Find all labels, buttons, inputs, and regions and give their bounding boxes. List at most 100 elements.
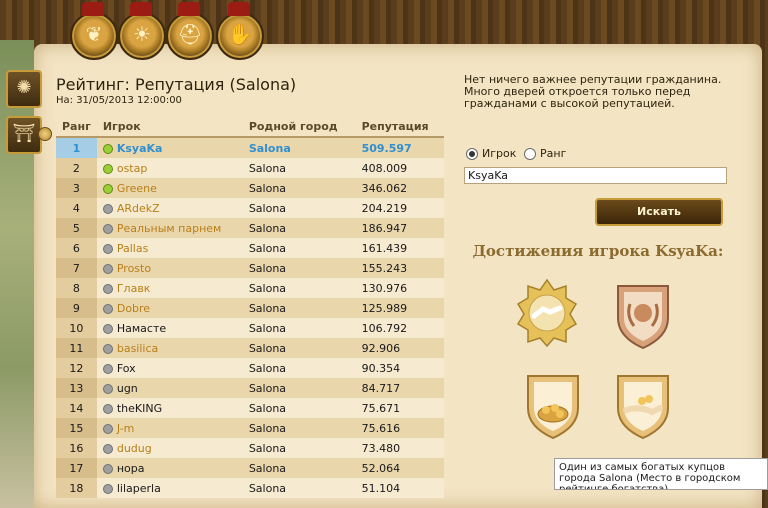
rank-cell: 9 xyxy=(56,298,97,318)
table-row[interactable]: 17 нора Salona 52.064 xyxy=(56,458,444,478)
rank-cell: 17 xyxy=(56,458,97,478)
table-row[interactable]: 18 lilaperla Salona 51.104 xyxy=(56,478,444,498)
player-name-link[interactable]: нора xyxy=(117,462,145,475)
player-name-link[interactable]: Намасте xyxy=(117,322,166,335)
rank-cell: 3 xyxy=(56,178,97,198)
player-name-link[interactable]: Greene xyxy=(117,182,157,195)
offline-status-icon xyxy=(102,323,113,334)
reputation-cell: 52.064 xyxy=(355,458,444,478)
tab-reputation[interactable]: ❦ xyxy=(70,2,118,60)
player-cell: Greene xyxy=(96,178,243,198)
player-name-link[interactable]: ugn xyxy=(117,382,138,395)
table-row[interactable]: 7 Prosto Salona 155.243 xyxy=(56,258,444,278)
city-cell: Salona xyxy=(242,278,356,298)
search-input[interactable]: KsyaKa xyxy=(464,167,727,184)
indicator-dot xyxy=(38,127,52,141)
reputation-cell: 106.792 xyxy=(355,318,444,338)
column-rank[interactable]: Ранг xyxy=(56,116,97,138)
player-name-link[interactable]: dudug xyxy=(117,442,152,455)
compass-icon: ✺ xyxy=(16,77,32,98)
table-row[interactable]: 15 J-m Salona 75.616 xyxy=(56,418,444,438)
table-row[interactable]: 16 dudug Salona 73.480 xyxy=(56,438,444,458)
table-row[interactable]: 3 Greene Salona 346.062 xyxy=(56,178,444,198)
reputation-cell: 75.671 xyxy=(355,398,444,418)
radio-rank-label: Ранг xyxy=(540,147,567,160)
radio-player-label: Игрок xyxy=(482,147,517,160)
player-name-link[interactable]: KsyaKa xyxy=(117,142,163,155)
city-cell: Salona xyxy=(242,398,356,418)
table-row[interactable]: 2 ostap Salona 408.009 xyxy=(56,158,444,178)
player-name-link[interactable]: J-m xyxy=(117,422,135,435)
table-row[interactable]: 10 Намасте Salona 106.792 xyxy=(56,318,444,338)
coins-shield-badge-icon[interactable] xyxy=(522,370,584,440)
player-name-link[interactable]: theKING xyxy=(117,402,162,415)
tab-trade[interactable]: ✋ xyxy=(216,2,264,60)
player-name-link[interactable]: Главк xyxy=(117,282,151,295)
compass-button[interactable]: ✺ xyxy=(6,70,42,108)
table-row[interactable]: 13 ugn Salona 84.717 xyxy=(56,378,444,398)
rank-cell: 2 xyxy=(56,158,97,178)
table-row[interactable]: 5 Реальным парнем Salona 186.947 xyxy=(56,218,444,238)
reputation-cell: 186.947 xyxy=(355,218,444,238)
reputation-cell: 92.906 xyxy=(355,338,444,358)
player-cell: Pallas xyxy=(96,238,243,258)
city-cell: Salona xyxy=(242,298,356,318)
laurel-icon: ❦ xyxy=(85,22,103,46)
player-name-link[interactable]: ARdekZ xyxy=(117,202,160,215)
player-cell: Намасте xyxy=(96,318,243,338)
tab-military[interactable]: ⛑ xyxy=(166,2,214,60)
column-player[interactable]: Игрок xyxy=(96,116,243,138)
player-name-link[interactable]: lilaperla xyxy=(117,482,161,495)
offline-status-icon xyxy=(102,363,113,374)
hand-coins-badge-icon[interactable] xyxy=(612,370,674,440)
city-cell: Salona xyxy=(242,438,356,458)
player-name-link[interactable]: Fox xyxy=(117,362,136,375)
column-city[interactable]: Родной город xyxy=(242,116,356,138)
player-cell: dudug xyxy=(96,438,243,458)
sun-icon: ☀ xyxy=(133,22,151,46)
player-name-link[interactable]: Реальным парнем xyxy=(117,222,222,235)
player-cell: theKING xyxy=(96,398,243,418)
player-name-link[interactable]: Dobre xyxy=(117,302,150,315)
column-reputation[interactable]: Репутация xyxy=(355,116,444,138)
radio-rank[interactable]: Ранг xyxy=(524,147,566,160)
city-cell: Salona xyxy=(242,158,356,178)
rank-cell: 6 xyxy=(56,238,97,258)
offline-status-icon xyxy=(102,283,113,294)
table-header-row: Ранг Игрок Родной город Репутация xyxy=(56,116,444,138)
table-row[interactable]: 11 basilica Salona 92.906 xyxy=(56,338,444,358)
radio-player[interactable]: Игрок xyxy=(466,147,516,160)
table-row[interactable]: 12 Fox Salona 90.354 xyxy=(56,358,444,378)
table-row[interactable]: 4 ARdekZ Salona 204.219 xyxy=(56,198,444,218)
city-cell: Salona xyxy=(242,238,356,258)
rank-cell: 8 xyxy=(56,278,97,298)
table-row[interactable]: 6 Pallas Salona 161.439 xyxy=(56,238,444,258)
offline-status-icon xyxy=(102,463,113,474)
online-status-icon xyxy=(102,163,113,174)
online-status-icon xyxy=(102,183,113,194)
city-cell: Salona xyxy=(242,478,356,498)
player-name-link[interactable]: ostap xyxy=(117,162,148,175)
reputation-cell: 155.243 xyxy=(355,258,444,278)
table-row[interactable]: 8 Главк Salona 130.976 xyxy=(56,278,444,298)
player-name-link[interactable]: basilica xyxy=(117,342,158,355)
offline-status-icon xyxy=(102,343,113,354)
handshake-sun-badge-icon[interactable] xyxy=(516,278,578,348)
player-cell: Dobre xyxy=(96,298,243,318)
rank-cell: 15 xyxy=(56,418,97,438)
search-button[interactable]: Искать xyxy=(595,198,723,226)
reputation-cell: 161.439 xyxy=(355,238,444,258)
player-name-link[interactable]: Prosto xyxy=(117,262,151,275)
temple-button[interactable]: ⛩ xyxy=(6,116,42,154)
tab-sun[interactable]: ☀ xyxy=(118,2,166,60)
player-name-link[interactable]: Pallas xyxy=(117,242,148,255)
player-cell: ugn xyxy=(96,378,243,398)
table-row[interactable]: 9 Dobre Salona 125.989 xyxy=(56,298,444,318)
player-cell: ARdekZ xyxy=(96,198,243,218)
offline-status-icon xyxy=(102,403,113,414)
table-row[interactable]: 14 theKING Salona 75.671 xyxy=(56,398,444,418)
offline-status-icon xyxy=(102,203,113,214)
radio-unselected-icon xyxy=(524,148,536,160)
table-row[interactable]: 1 KsyaKa Salona 509.597 xyxy=(56,137,444,158)
laurel-shield-badge-icon[interactable] xyxy=(612,280,674,350)
